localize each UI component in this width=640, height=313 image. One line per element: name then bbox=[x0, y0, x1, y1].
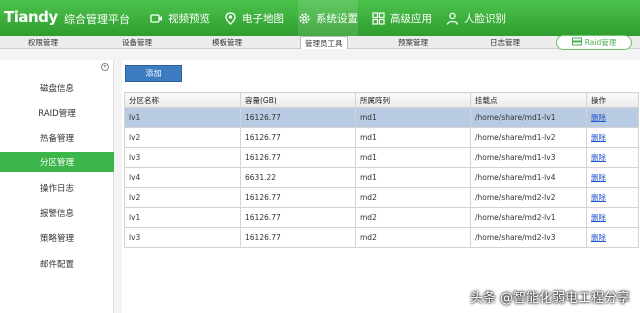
tab-plans[interactable]: 预案管理 bbox=[398, 37, 428, 48]
watermark: 头条 @智能化弱电工程分享 bbox=[469, 291, 630, 306]
delete-link[interactable]: 删除 bbox=[591, 153, 606, 162]
partition-table: 分区名称 容量(GB) 所属阵列 挂载点 操作 lv1 16126.77 md1/h… bbox=[124, 92, 639, 248]
tab-permissions[interactable]: 权限管理 bbox=[28, 37, 58, 48]
tab-admin-tools[interactable]: 管理员工具 bbox=[300, 36, 348, 49]
app-title: 综合管理平台 bbox=[64, 13, 130, 26]
cell-array: md2 bbox=[355, 207, 471, 228]
table-header-row: 分区名称 容量(GB) 所属阵列 挂载点 操作 bbox=[124, 92, 639, 108]
col-header-array[interactable]: 所属阵列 bbox=[355, 92, 471, 108]
cell-mount: /home/share/md2-lv1 bbox=[470, 207, 587, 228]
nav-label: 高级应用 bbox=[390, 12, 432, 25]
cell-name: lv1 bbox=[124, 207, 241, 228]
sidebar-item-mail-config[interactable]: 邮件配置 bbox=[0, 254, 114, 274]
cell-action: 删除 bbox=[586, 227, 639, 248]
sidebar: « 磁盘信息 RAID管理 热备管理 分区管理 操作日志 报警信息 策略管理 邮… bbox=[0, 60, 114, 313]
cell-array: md1 bbox=[355, 147, 471, 168]
sidebar-item-operation-log[interactable]: 操作日志 bbox=[0, 178, 114, 198]
raid-manage-button[interactable]: Raid管理 bbox=[556, 35, 632, 50]
cell-mount: /home/share/md1-lv3 bbox=[470, 147, 587, 168]
delete-link[interactable]: 删除 bbox=[591, 113, 606, 122]
delete-link[interactable]: 删除 bbox=[591, 213, 606, 222]
cell-array: md1 bbox=[355, 127, 471, 148]
cell-action: 删除 bbox=[586, 167, 639, 188]
cell-mount: /home/share/md1-lv1 bbox=[470, 107, 587, 128]
cell-array: md1 bbox=[355, 107, 471, 128]
cell-capacity: 16126.77 bbox=[240, 187, 356, 208]
delete-link[interactable]: 删除 bbox=[591, 133, 606, 142]
cell-mount: /home/share/md2-lv2 bbox=[470, 187, 587, 208]
nav-label: 人脸识别 bbox=[464, 12, 506, 25]
nav-label: 系统设置 bbox=[316, 12, 358, 25]
cell-array: md1 bbox=[355, 167, 471, 188]
top-header: Tiandy 综合管理平台 视频预览 电子地图 系统设置 高级应用 人脸识别 bbox=[0, 0, 640, 36]
cell-name: lv3 bbox=[124, 227, 241, 248]
cell-array: md2 bbox=[355, 227, 471, 248]
cell-name: lv1 bbox=[124, 107, 241, 128]
tab-devices[interactable]: 设备管理 bbox=[122, 37, 152, 48]
cell-capacity: 16126.77 bbox=[240, 127, 356, 148]
sidebar-item-disk-info[interactable]: 磁盘信息 bbox=[0, 78, 114, 98]
table-row[interactable]: lv2 16126.77 md2/home/share/md2-lv2 删除 bbox=[124, 187, 639, 208]
cell-capacity: 16126.77 bbox=[240, 147, 356, 168]
col-header-mount[interactable]: 挂载点 bbox=[470, 92, 587, 108]
cell-capacity: 16126.77 bbox=[240, 227, 356, 248]
cell-array: md2 bbox=[355, 187, 471, 208]
table-row[interactable]: lv1 16126.77 md1/home/share/md1-lv1 删除 bbox=[124, 107, 639, 128]
add-button[interactable]: 添加 bbox=[125, 65, 182, 82]
cell-action: 删除 bbox=[586, 147, 639, 168]
video-icon bbox=[150, 12, 163, 25]
logo: Tiandy bbox=[4, 8, 58, 26]
sidebar-item-alarm-info[interactable]: 报警信息 bbox=[0, 203, 114, 223]
nav-e-map[interactable]: 电子地图 bbox=[224, 0, 284, 36]
nav-video-preview[interactable]: 视频预览 bbox=[150, 0, 210, 36]
cell-action: 删除 bbox=[586, 207, 639, 228]
face-icon bbox=[446, 12, 459, 25]
cell-capacity: 16126.77 bbox=[240, 107, 356, 128]
sidebar-item-policy[interactable]: 策略管理 bbox=[0, 228, 114, 248]
sidebar-item-hot-spare[interactable]: 热备管理 bbox=[0, 128, 114, 148]
gear-icon bbox=[298, 12, 311, 25]
cell-action: 删除 bbox=[586, 107, 639, 128]
col-header-capacity[interactable]: 容量(GB) bbox=[240, 92, 356, 108]
cell-name: lv2 bbox=[124, 127, 241, 148]
cell-capacity: 16126.77 bbox=[240, 207, 356, 228]
cell-action: 删除 bbox=[586, 127, 639, 148]
main-panel: 添加 分区名称 容量(GB) 所属阵列 挂载点 操作 lv1 16126.77 md… bbox=[122, 60, 640, 313]
cell-mount: /home/share/md2-lv3 bbox=[470, 227, 587, 248]
sub-tabs: 权限管理 设备管理 模板管理 管理员工具 预案管理 日志管理 bbox=[0, 36, 640, 49]
col-header-name[interactable]: 分区名称 bbox=[124, 92, 241, 108]
cell-name: lv2 bbox=[124, 187, 241, 208]
raid-icon bbox=[571, 37, 582, 48]
nav-system-settings[interactable]: 系统设置 bbox=[298, 0, 358, 36]
table-row[interactable]: lv1 16126.77 md2/home/share/md2-lv1 删除 bbox=[124, 207, 639, 228]
table-row[interactable]: lv4 6631.22 md1/home/share/md1-lv4 删除 bbox=[124, 167, 639, 188]
raid-button-label: Raid管理 bbox=[584, 38, 617, 47]
tab-logs[interactable]: 日志管理 bbox=[490, 37, 520, 48]
delete-link[interactable]: 删除 bbox=[591, 233, 606, 242]
table-row[interactable]: lv2 16126.77 md1/home/share/md1-lv2 删除 bbox=[124, 127, 639, 148]
nav-advanced[interactable]: 高级应用 bbox=[372, 0, 432, 36]
table-row[interactable]: lv3 16126.77 md1/home/share/md1-lv3 删除 bbox=[124, 147, 639, 168]
sidebar-item-partition[interactable]: 分区管理 bbox=[0, 152, 114, 172]
cell-mount: /home/share/md1-lv2 bbox=[470, 127, 587, 148]
nav-face-recognition[interactable]: 人脸识别 bbox=[446, 0, 506, 36]
main-nav: 视频预览 电子地图 系统设置 高级应用 人脸识别 bbox=[150, 0, 520, 36]
tab-templates[interactable]: 模板管理 bbox=[212, 37, 242, 48]
collapse-icon[interactable]: « bbox=[101, 63, 109, 71]
cell-action: 删除 bbox=[586, 187, 639, 208]
cell-name: lv3 bbox=[124, 147, 241, 168]
cell-name: lv4 bbox=[124, 167, 241, 188]
sidebar-item-raid[interactable]: RAID管理 bbox=[0, 103, 114, 123]
delete-link[interactable]: 删除 bbox=[591, 173, 606, 182]
delete-link[interactable]: 删除 bbox=[591, 193, 606, 202]
cell-capacity: 6631.22 bbox=[240, 167, 356, 188]
table-row[interactable]: lv3 16126.77 md2/home/share/md2-lv3 删除 bbox=[124, 227, 639, 248]
grid-icon bbox=[372, 11, 385, 25]
map-icon bbox=[224, 11, 237, 25]
col-header-action: 操作 bbox=[586, 92, 639, 108]
cell-mount: /home/share/md1-lv4 bbox=[470, 167, 587, 188]
nav-label: 电子地图 bbox=[242, 12, 284, 25]
nav-label: 视频预览 bbox=[168, 12, 210, 25]
